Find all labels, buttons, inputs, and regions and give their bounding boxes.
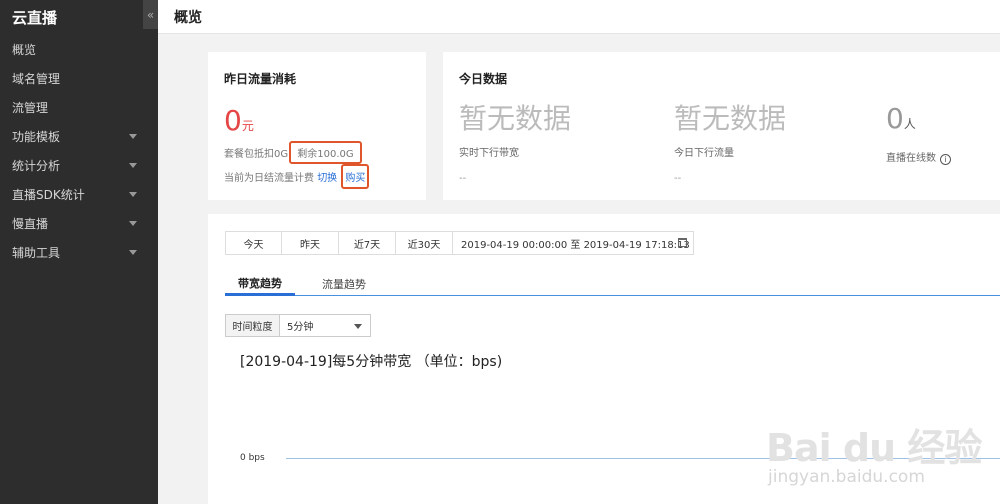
- stat-realtime-bandwidth: 暂无数据 实时下行带宽 --: [459, 102, 571, 184]
- stat-value: 暂无数据: [459, 102, 572, 135]
- watermark-url: jingyan.baidu.com: [768, 467, 925, 487]
- billing-mode-text: 当前为日结流量计费: [224, 173, 314, 184]
- online-label: 直播在线数: [886, 153, 936, 164]
- top-bar: 概览: [158, 0, 1000, 34]
- sidebar-item-stream[interactable]: 流管理: [0, 93, 158, 122]
- date-range-picker[interactable]: 2019-04-19 00:00:00 至 2019-04-19 17:18:1…: [453, 232, 693, 254]
- baidu-jingyan-watermark: Bai du 经验 jingyan.baidu.com: [760, 395, 1000, 504]
- stat-today-traffic: 暂无数据 今日下行流量 --: [674, 102, 786, 184]
- watermark-logo-text: Bai du 经验: [766, 426, 982, 470]
- chevron-down-icon: [129, 221, 137, 226]
- granularity-label: 时间粒度: [226, 315, 280, 336]
- chart-title: [2019-04-19]每5分钟带宽 （单位：bps): [240, 354, 503, 370]
- cost-value: 0: [224, 104, 242, 137]
- range-today-button[interactable]: 今天: [226, 232, 282, 254]
- online-unit: 人: [903, 117, 916, 131]
- stat-label: 直播在线数 i: [886, 149, 951, 165]
- cost-unit: 元: [241, 119, 254, 133]
- stat-value: 暂无数据: [674, 102, 787, 135]
- granularity-select[interactable]: 5分钟: [280, 315, 370, 336]
- sidebar-item-slow-live[interactable]: 慢直播: [0, 209, 158, 238]
- sidebar-item-tools[interactable]: 辅助工具: [0, 238, 158, 267]
- chevron-down-icon: [129, 192, 137, 197]
- sidebar-item-label: 辅助工具: [12, 246, 61, 260]
- sidebar-item-label: 功能模板: [12, 130, 61, 144]
- tab-traffic-trend[interactable]: 流量趋势: [322, 272, 366, 295]
- page-title: 概览: [174, 9, 202, 26]
- remaining-highlight: 剩余100.0G: [289, 141, 362, 164]
- yesterday-traffic-card: 昨日流量消耗 0元 套餐包抵扣0G, 剩余100.0G 当前为日结流量计费 切换 …: [208, 52, 426, 200]
- package-deduct-line: 套餐包抵扣0G, 剩余100.0G: [224, 141, 362, 164]
- sidebar-item-domain[interactable]: 域名管理: [0, 64, 158, 93]
- chevron-down-icon: [129, 134, 137, 139]
- sidebar-item-label: 直播SDK统计: [12, 188, 85, 202]
- remaining-text: 剩余100.0G: [297, 149, 354, 160]
- granularity-value: 5分钟: [287, 322, 314, 333]
- package-deduct-text: 套餐包抵扣0G,: [224, 149, 292, 160]
- cost-amount: 0元: [224, 106, 254, 141]
- sidebar-item-label: 域名管理: [12, 72, 61, 86]
- sidebar-item-label: 慢直播: [12, 217, 49, 231]
- billing-mode-line: 当前为日结流量计费 切换 购买: [224, 164, 370, 189]
- granularity-control: 时间粒度 5分钟: [225, 314, 371, 337]
- stat-online-viewers: 0人 直播在线数 i: [886, 102, 951, 165]
- sidebar-item-label: 统计分析: [12, 159, 61, 173]
- tab-bandwidth-trend[interactable]: 带宽趋势: [225, 272, 295, 296]
- info-icon[interactable]: i: [940, 154, 951, 165]
- brand-title: 云直播: [12, 8, 58, 27]
- online-value: 0人: [886, 102, 951, 141]
- buy-link[interactable]: 购买: [345, 173, 365, 184]
- chevron-down-icon: [129, 250, 137, 255]
- range-30days-button[interactable]: 近30天: [396, 232, 453, 254]
- sidebar-item-sdk-stats[interactable]: 直播SDK统计: [0, 180, 158, 209]
- collapse-sidebar-button[interactable]: «: [143, 0, 158, 29]
- sidebar-item-overview[interactable]: 概览: [0, 35, 158, 64]
- sidebar-nav: 概览 域名管理 流管理 功能模板 统计分析 直播SDK统计 慢直播 辅助工具: [0, 35, 158, 267]
- range-7days-button[interactable]: 近7天: [339, 232, 396, 254]
- date-range-text: 2019-04-19 00:00:00 至 2019-04-19 17:18:1…: [461, 239, 690, 251]
- buy-highlight: 购买: [341, 164, 370, 189]
- sidebar-item-label: 流管理: [12, 101, 49, 115]
- chevron-down-icon: [129, 163, 137, 168]
- date-range-bar: 今天 昨天 近7天 近30天 2019-04-19 00:00:00 至 201…: [225, 231, 694, 255]
- stat-label: 今日下行流量: [674, 148, 734, 159]
- y-axis-tick-label: 0 bps: [240, 453, 265, 463]
- sidebar-item-label: 概览: [12, 43, 37, 57]
- trend-tabs: 带宽趋势 流量趋势: [225, 272, 1000, 296]
- stat-sub: --: [459, 173, 467, 184]
- calendar-icon: [678, 238, 687, 247]
- switch-link[interactable]: 切换: [317, 173, 337, 184]
- online-count: 0: [886, 102, 904, 135]
- range-yesterday-button[interactable]: 昨天: [282, 232, 339, 254]
- sidebar-item-statistics[interactable]: 统计分析: [0, 151, 158, 180]
- today-data-card: 今日数据 暂无数据 实时下行带宽 -- 暂无数据 今日下行流量 -- 0人 直播…: [443, 52, 1000, 200]
- card-title: 今日数据: [459, 72, 508, 86]
- sidebar: 云直播 « 概览 域名管理 流管理 功能模板 统计分析 直播SDK统计 慢直播 …: [0, 0, 158, 504]
- chevron-down-icon: [354, 324, 362, 329]
- stat-label: 实时下行带宽: [459, 148, 519, 159]
- stat-sub: --: [674, 173, 682, 184]
- sidebar-item-templates[interactable]: 功能模板: [0, 122, 158, 151]
- card-title: 昨日流量消耗: [224, 72, 297, 86]
